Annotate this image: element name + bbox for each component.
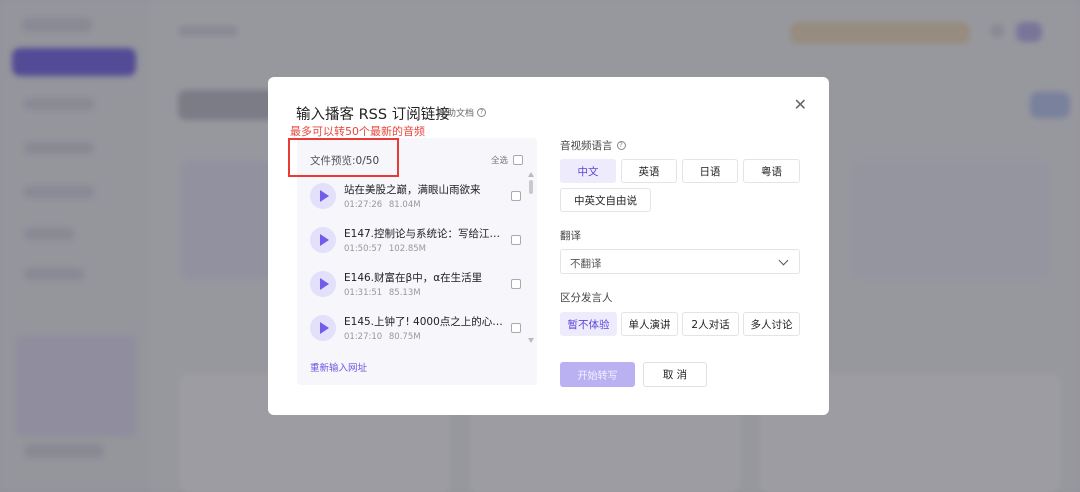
play-icon[interactable] — [310, 271, 336, 297]
dialog-title: 输入播客 RSS 订阅链接 — [296, 107, 450, 123]
episode-size: 85.13M — [388, 288, 421, 298]
episode-meta: 01:27:26 81.04M — [344, 200, 421, 210]
chevron-down-icon — [778, 255, 789, 266]
rss-import-dialog: 输入播客 RSS 订阅链接 帮助文档 ? ✕ 最多可以转50个最新的音频 文件预… — [268, 77, 829, 415]
translate-value: 不翻译 — [570, 258, 602, 270]
episode-checkbox[interactable] — [511, 191, 521, 201]
language-option-japanese[interactable]: 日语 — [682, 159, 738, 183]
language-option-english[interactable]: 英语 — [621, 159, 677, 183]
scrollbar-thumb[interactable] — [529, 180, 533, 194]
episode-item: E147.控制论与系统论：写给江湖… 01:50:57 102.85M — [310, 224, 522, 264]
episode-title: 站在美股之巅，满眼山雨欲来 — [344, 184, 481, 196]
language-option-mixed[interactable]: 中英文自由说 — [560, 188, 651, 212]
episode-duration: 01:31:51 — [344, 288, 383, 298]
episode-meta: 01:50:57 102.85M — [344, 244, 426, 254]
episode-title: E146.财富在β中，α在生活里 — [344, 272, 483, 284]
speaker-label: 区分发言人 — [560, 292, 613, 304]
translate-label: 翻译 — [560, 230, 581, 242]
select-all-toggle[interactable]: 全选 — [491, 154, 523, 166]
help-docs-link[interactable]: 帮助文档 ? — [438, 106, 487, 119]
question-icon[interactable]: ? — [616, 141, 626, 150]
episode-meta: 01:31:51 85.13M — [344, 288, 421, 298]
episode-checkbox[interactable] — [511, 279, 521, 289]
episode-duration: 01:50:57 — [344, 244, 383, 254]
file-preview-highlight — [288, 138, 399, 177]
episode-item: E145.上钟了! 4000点之上的心理… 01:27:10 80.75M — [310, 312, 522, 352]
episode-size: 80.75M — [388, 332, 421, 342]
select-all-checkbox[interactable] — [513, 155, 523, 165]
language-label: 音视频语言 — [560, 140, 613, 152]
speaker-option-two[interactable]: 2人对话 — [682, 312, 739, 336]
speaker-option-single[interactable]: 单人演讲 — [621, 312, 678, 336]
play-icon[interactable] — [310, 315, 336, 341]
question-icon: ? — [477, 108, 487, 117]
start-transcribe-button[interactable]: 开始转写 — [560, 362, 635, 387]
play-icon[interactable] — [310, 183, 336, 209]
speaker-option-skip[interactable]: 暂不体验 — [560, 312, 617, 336]
episode-item: 站在美股之巅，满眼山雨欲来 01:27:26 81.04M — [310, 180, 522, 220]
cancel-button[interactable]: 取 消 — [643, 362, 707, 387]
close-icon[interactable]: ✕ — [794, 97, 807, 113]
reenter-url-link[interactable]: 重新输入网址 — [310, 360, 367, 374]
scroll-up-arrow[interactable] — [528, 172, 534, 177]
episode-checkbox[interactable] — [511, 235, 521, 245]
max-files-annotation: 最多可以转50个最新的音频 — [290, 125, 425, 138]
episode-title: E147.控制论与系统论：写给江湖… — [344, 228, 504, 240]
play-icon[interactable] — [310, 227, 336, 253]
scroll-down-arrow[interactable] — [528, 338, 534, 343]
episode-meta: 01:27:10 80.75M — [344, 332, 421, 342]
speaker-option-multi[interactable]: 多人讨论 — [743, 312, 800, 336]
language-option-chinese[interactable]: 中文 — [560, 159, 616, 183]
episode-checkbox[interactable] — [511, 323, 521, 333]
translate-select[interactable]: 不翻译 — [560, 249, 800, 274]
episode-size: 102.85M — [388, 244, 426, 254]
language-section-label: 音视频语言 ? — [560, 138, 626, 153]
episode-title: E145.上钟了! 4000点之上的心理… — [344, 316, 504, 328]
episode-item: E146.财富在β中，α在生活里 01:31:51 85.13M — [310, 268, 522, 308]
episode-duration: 01:27:10 — [344, 332, 383, 342]
episode-duration: 01:27:26 — [344, 200, 383, 210]
select-all-label: 全选 — [490, 156, 508, 166]
help-docs-label: 帮助文档 — [438, 109, 475, 119]
episode-size: 81.04M — [388, 200, 421, 210]
language-option-cantonese[interactable]: 粤语 — [743, 159, 800, 183]
